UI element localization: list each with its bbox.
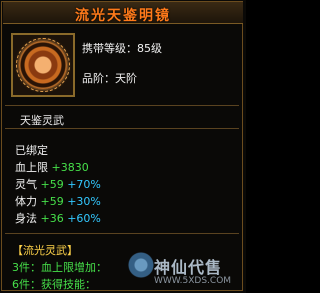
attr-name: 血上限 — [15, 161, 48, 174]
item-grade: 品阶：天阶 — [82, 72, 137, 85]
set-bonus-3: 3件：血上限增加： — [12, 261, 107, 274]
set-bonus-6: 6件：获得技能： — [12, 278, 96, 291]
attr-name: 体力 — [15, 195, 37, 208]
item-tooltip: 流光天鉴明镜 携带等级：85级 品阶：天阶 天鉴灵武 已绑定 血上限 +3830… — [0, 0, 246, 293]
attr-percent: +30% — [67, 195, 101, 208]
attr-row: 灵气 +59 +70% — [15, 176, 101, 192]
attr-row: 体力 +59 +30% — [15, 193, 101, 209]
carry-level: 携带等级：85级 — [82, 42, 162, 55]
attr-name: 身法 — [15, 212, 37, 225]
watermark: 神仙代售 WWW.5XDS.COM — [128, 252, 242, 290]
item-icon-slot — [11, 33, 75, 97]
attr-name: 灵气 — [15, 178, 37, 191]
watermark-text: 神仙代售 — [154, 258, 223, 277]
divider — [5, 233, 239, 234]
divider — [5, 105, 239, 106]
watermark-logo-icon — [128, 252, 154, 278]
watermark-url: WWW.5XDS.COM — [154, 276, 232, 286]
attr-row: 血上限 +3830 — [15, 159, 89, 175]
bound-status: 已绑定 — [15, 144, 48, 157]
attr-percent: +70% — [67, 178, 101, 191]
attr-value: +36 — [40, 212, 64, 225]
attr-percent: +60% — [67, 212, 101, 225]
section-label: 天鉴灵武 — [20, 114, 64, 127]
title-bar: 流光天鉴明镜 — [3, 2, 243, 24]
attr-row: 身法 +36 +60% — [15, 210, 101, 226]
divider — [5, 128, 239, 129]
set-title: 【流光灵武】 — [12, 244, 78, 257]
attr-value: +59 — [40, 178, 64, 191]
item-name: 流光天鉴明镜 — [75, 8, 171, 24]
attr-value: +59 — [40, 195, 64, 208]
mirror-core-icon — [19, 41, 67, 89]
attr-value: +3830 — [51, 161, 89, 174]
